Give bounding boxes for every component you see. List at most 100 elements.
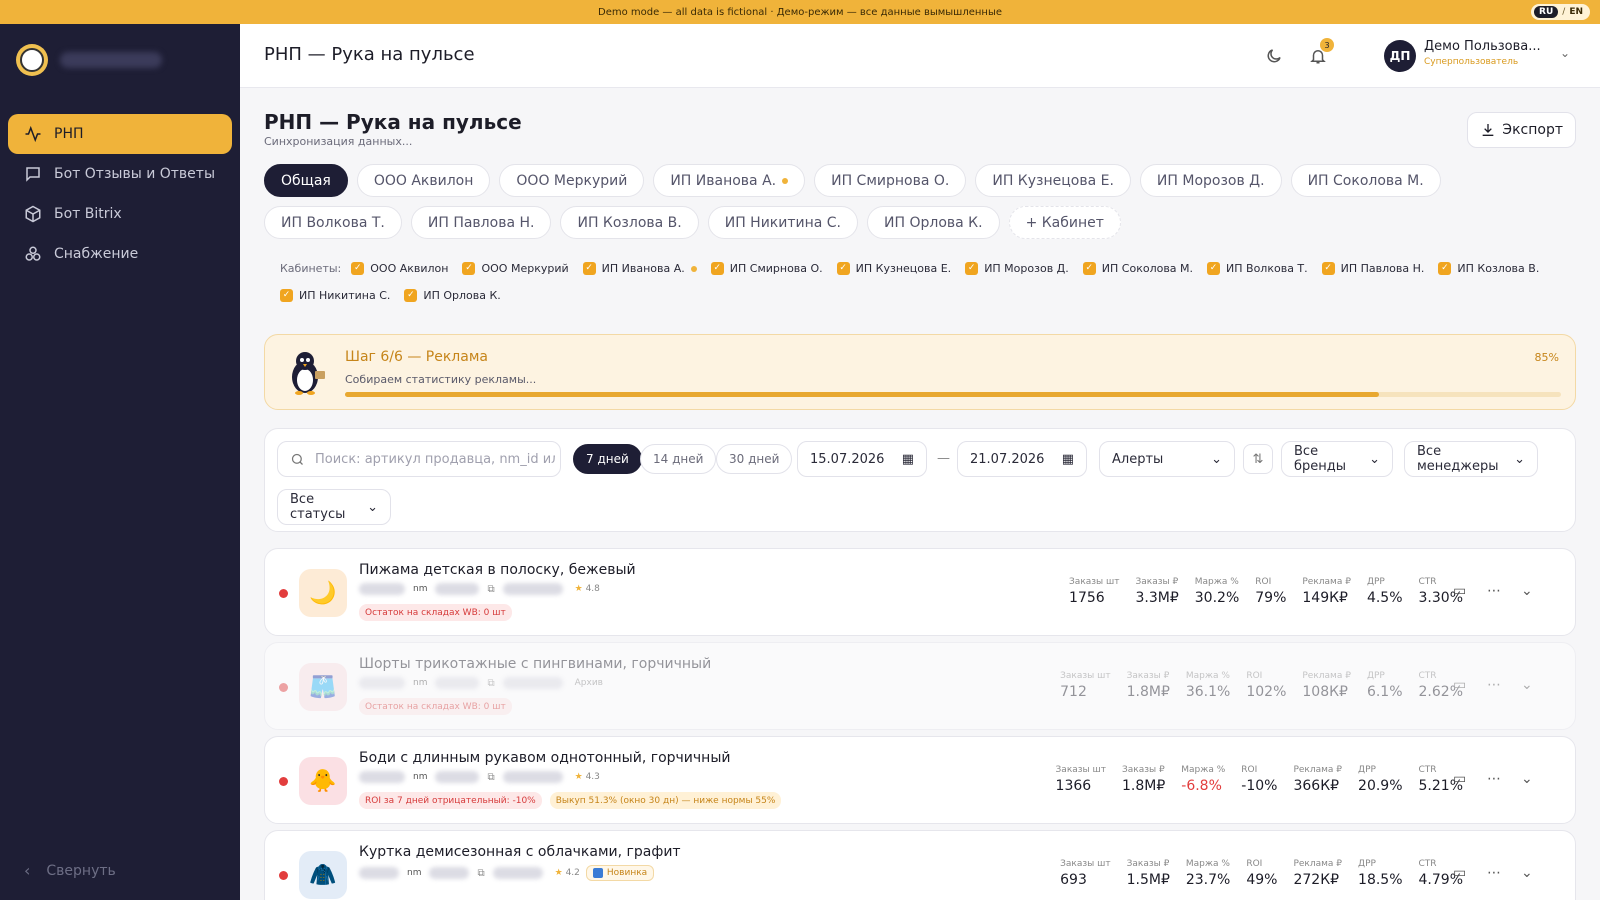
tab-cabinet[interactable]: ИП Смирнова О. [814, 164, 967, 197]
tab-cabinet[interactable]: ИП Волкова Т. [264, 206, 402, 239]
sidebar-item-rnp[interactable]: РНП [8, 114, 232, 154]
cabinet-checkbox[interactable]: ✓ ИП Смирнова О. [710, 261, 823, 276]
cabinet-checkbox[interactable]: ✓ ИП Иванова А. [582, 261, 697, 276]
tab-cabinet[interactable]: ИП Никитина С. [707, 206, 859, 239]
add-cabinet-button[interactable]: + Кабинет [1008, 206, 1121, 239]
sidebar-item-supply[interactable]: Снабжение [8, 234, 232, 274]
comment-icon[interactable]: ▭ [1453, 771, 1466, 787]
cabinet-checkbox-label: ИП Волкова Т. [1226, 262, 1308, 275]
theme-toggle-button[interactable] [1262, 44, 1286, 68]
comment-icon[interactable]: ▭ [1453, 583, 1466, 599]
tab-cabinet[interactable]: ИП Иванова А. [653, 164, 806, 197]
star-icon: ★ [574, 772, 586, 782]
metric: Заказы ₽ 1.8М₽ [1122, 765, 1165, 794]
blurred-nm-id [435, 771, 480, 783]
date-to-input[interactable]: 21.07.2026 ▦ [957, 441, 1087, 477]
cabinet-checkbox[interactable]: ✓ ИП Козлова В. [1438, 261, 1539, 276]
chevron-down-icon[interactable]: ⌄ [1521, 583, 1533, 599]
sidebar-item-reviews-bot[interactable]: Бот Отзывы и Ответы [8, 154, 232, 194]
period-7-days-button[interactable]: 7 дней [573, 444, 642, 474]
export-button[interactable]: Экспорт [1467, 112, 1576, 148]
more-icon[interactable]: ⋯ [1487, 771, 1501, 787]
statuses-select[interactable]: Все статусы ⌄ [277, 489, 391, 525]
cabinet-checkbox[interactable]: ✓ ИП Волкова Т. [1207, 261, 1308, 276]
cabinet-checkbox[interactable]: ✓ ИП Морозов Д. [965, 261, 1069, 276]
metric-label: Заказы ₽ [1122, 765, 1165, 775]
more-icon[interactable]: ⋯ [1487, 677, 1501, 693]
penguin-logo[interactable] [16, 44, 48, 76]
nm-label: nm [407, 868, 422, 878]
tab-cabinet[interactable]: ИП Кузнецова Е. [975, 164, 1131, 197]
calendar-icon: ▦ [1061, 451, 1074, 467]
search-input[interactable] [315, 451, 555, 467]
nm-label: nm [413, 678, 428, 688]
cabinet-checkbox[interactable]: ✓ ИП Орлова К. [404, 288, 501, 303]
tab-cabinet[interactable]: ООО Аквилон [356, 164, 491, 197]
blurred-sku [359, 677, 405, 689]
chevron-down-icon[interactable]: ⌄ [1521, 865, 1533, 881]
progress-bar-fill [345, 392, 1379, 397]
tab-cabinet[interactable]: ИП Морозов Д. [1139, 164, 1282, 197]
managers-select[interactable]: Все менеджеры ⌄ [1404, 441, 1538, 477]
user-name[interactable]: Демо Пользова... [1424, 39, 1546, 54]
product-card[interactable]: 🧥 Куртка демисезонная с облачками, графит… [264, 830, 1576, 900]
tab-cabinet[interactable]: ООО Меркурий [499, 164, 645, 197]
alert-tag: ROI за 7 дней отрицательный: -10% [359, 792, 542, 809]
tab-cabinet[interactable]: ИП Соколова М. [1290, 164, 1441, 197]
blurred-brand [502, 771, 563, 783]
product-name[interactable]: Пижама детская в полоску, бежевый [359, 562, 636, 578]
product-card[interactable]: 🩳 Шорты трикотажные с пингвинами, горчичн… [264, 642, 1576, 730]
copy-icon[interactable]: ⧉ [487, 772, 494, 783]
lang-ru-button[interactable]: RU [1534, 6, 1559, 18]
alert-tag: Остаток на складах WB: 0 шт [359, 604, 512, 621]
cabinet-checkbox[interactable]: ✓ ИП Никитина С. [280, 288, 390, 303]
cabinet-checkbox[interactable]: ✓ ООО Меркурий [462, 261, 569, 276]
date-from-input[interactable]: 15.07.2026 ▦ [797, 441, 927, 477]
lang-en-button[interactable]: EN [1569, 7, 1587, 17]
cabinet-checkbox[interactable]: ✓ ИП Соколова М. [1082, 261, 1193, 276]
metric: Заказы шт 1756 [1069, 577, 1119, 606]
cabinet-checkbox[interactable]: ✓ ИП Кузнецова Е. [836, 261, 951, 276]
brands-select[interactable]: Все бренды ⌄ [1281, 441, 1393, 477]
comment-icon[interactable]: ▭ [1453, 865, 1466, 881]
collapse-sidebar-button[interactable]: ‹ Свернуть [24, 861, 116, 880]
chevron-down-icon: ⌄ [1369, 451, 1380, 467]
sort-toggle-button[interactable]: ⇅ [1243, 444, 1273, 474]
product-name[interactable]: Шорты трикотажные с пингвинами, горчичны… [359, 656, 711, 672]
search-box[interactable] [277, 441, 561, 477]
cabinet-checkbox[interactable]: ✓ ИП Павлова Н. [1321, 261, 1424, 276]
copy-icon[interactable]: ⧉ [487, 678, 494, 689]
product-name[interactable]: Боди с длинным рукавом однотонный, горчи… [359, 750, 730, 766]
more-icon[interactable]: ⋯ [1487, 865, 1501, 881]
chevron-down-icon[interactable]: ⌄ [1521, 771, 1533, 787]
tab-cabinet[interactable]: ИП Павлова Н. [410, 206, 552, 239]
alerts-select[interactable]: Алерты ⌄ [1099, 441, 1235, 477]
chevron-down-icon[interactable]: ⌄ [1521, 677, 1533, 693]
notifications-button[interactable]: 3 [1306, 38, 1334, 68]
tab-cabinet[interactable]: ИП Козлова В. [560, 206, 699, 239]
language-switcher[interactable]: RU / EN [1531, 4, 1590, 20]
avatar[interactable]: ДП [1384, 40, 1416, 72]
more-icon[interactable]: ⋯ [1487, 583, 1501, 599]
period-14-days-button[interactable]: 14 дней [640, 444, 717, 474]
product-card[interactable]: 🐥 Боди с длинным рукавом однотонный, горч… [264, 736, 1576, 824]
copy-icon[interactable]: ⧉ [477, 868, 484, 879]
product-card[interactable]: 🌙 Пижама детская в полоску, бежевый nm ⧉ ★ 4… [264, 548, 1576, 636]
metric-value: 102% [1246, 684, 1287, 700]
metric-label: Заказы шт [1060, 859, 1111, 869]
tab-cabinet[interactable]: Общая [264, 164, 348, 197]
tab-cabinet[interactable]: ИП Орлова К. [867, 206, 1000, 239]
sidebar-item-bitrix-bot[interactable]: Бот Bitrix [8, 194, 232, 234]
comment-icon[interactable]: ▭ [1453, 677, 1466, 693]
chevron-down-icon[interactable]: ⌄ [1560, 46, 1570, 60]
product-name[interactable]: Куртка демисезонная с облачками, графит [359, 844, 681, 860]
period-30-days-button[interactable]: 30 дней [716, 444, 793, 474]
metric-value: 712 [1060, 684, 1087, 700]
search-icon [291, 453, 303, 465]
product-meta: nm ⧉ ★ 4.2 Новинка [359, 865, 655, 881]
cabinet-checkbox[interactable]: ✓ ООО Аквилон [351, 261, 448, 276]
rating: ★ 4.2 [555, 868, 580, 878]
copy-icon[interactable]: ⧉ [487, 584, 494, 595]
checkbox-checked-icon: ✓ [1082, 262, 1096, 275]
collapse-label: Свернуть [46, 862, 116, 879]
